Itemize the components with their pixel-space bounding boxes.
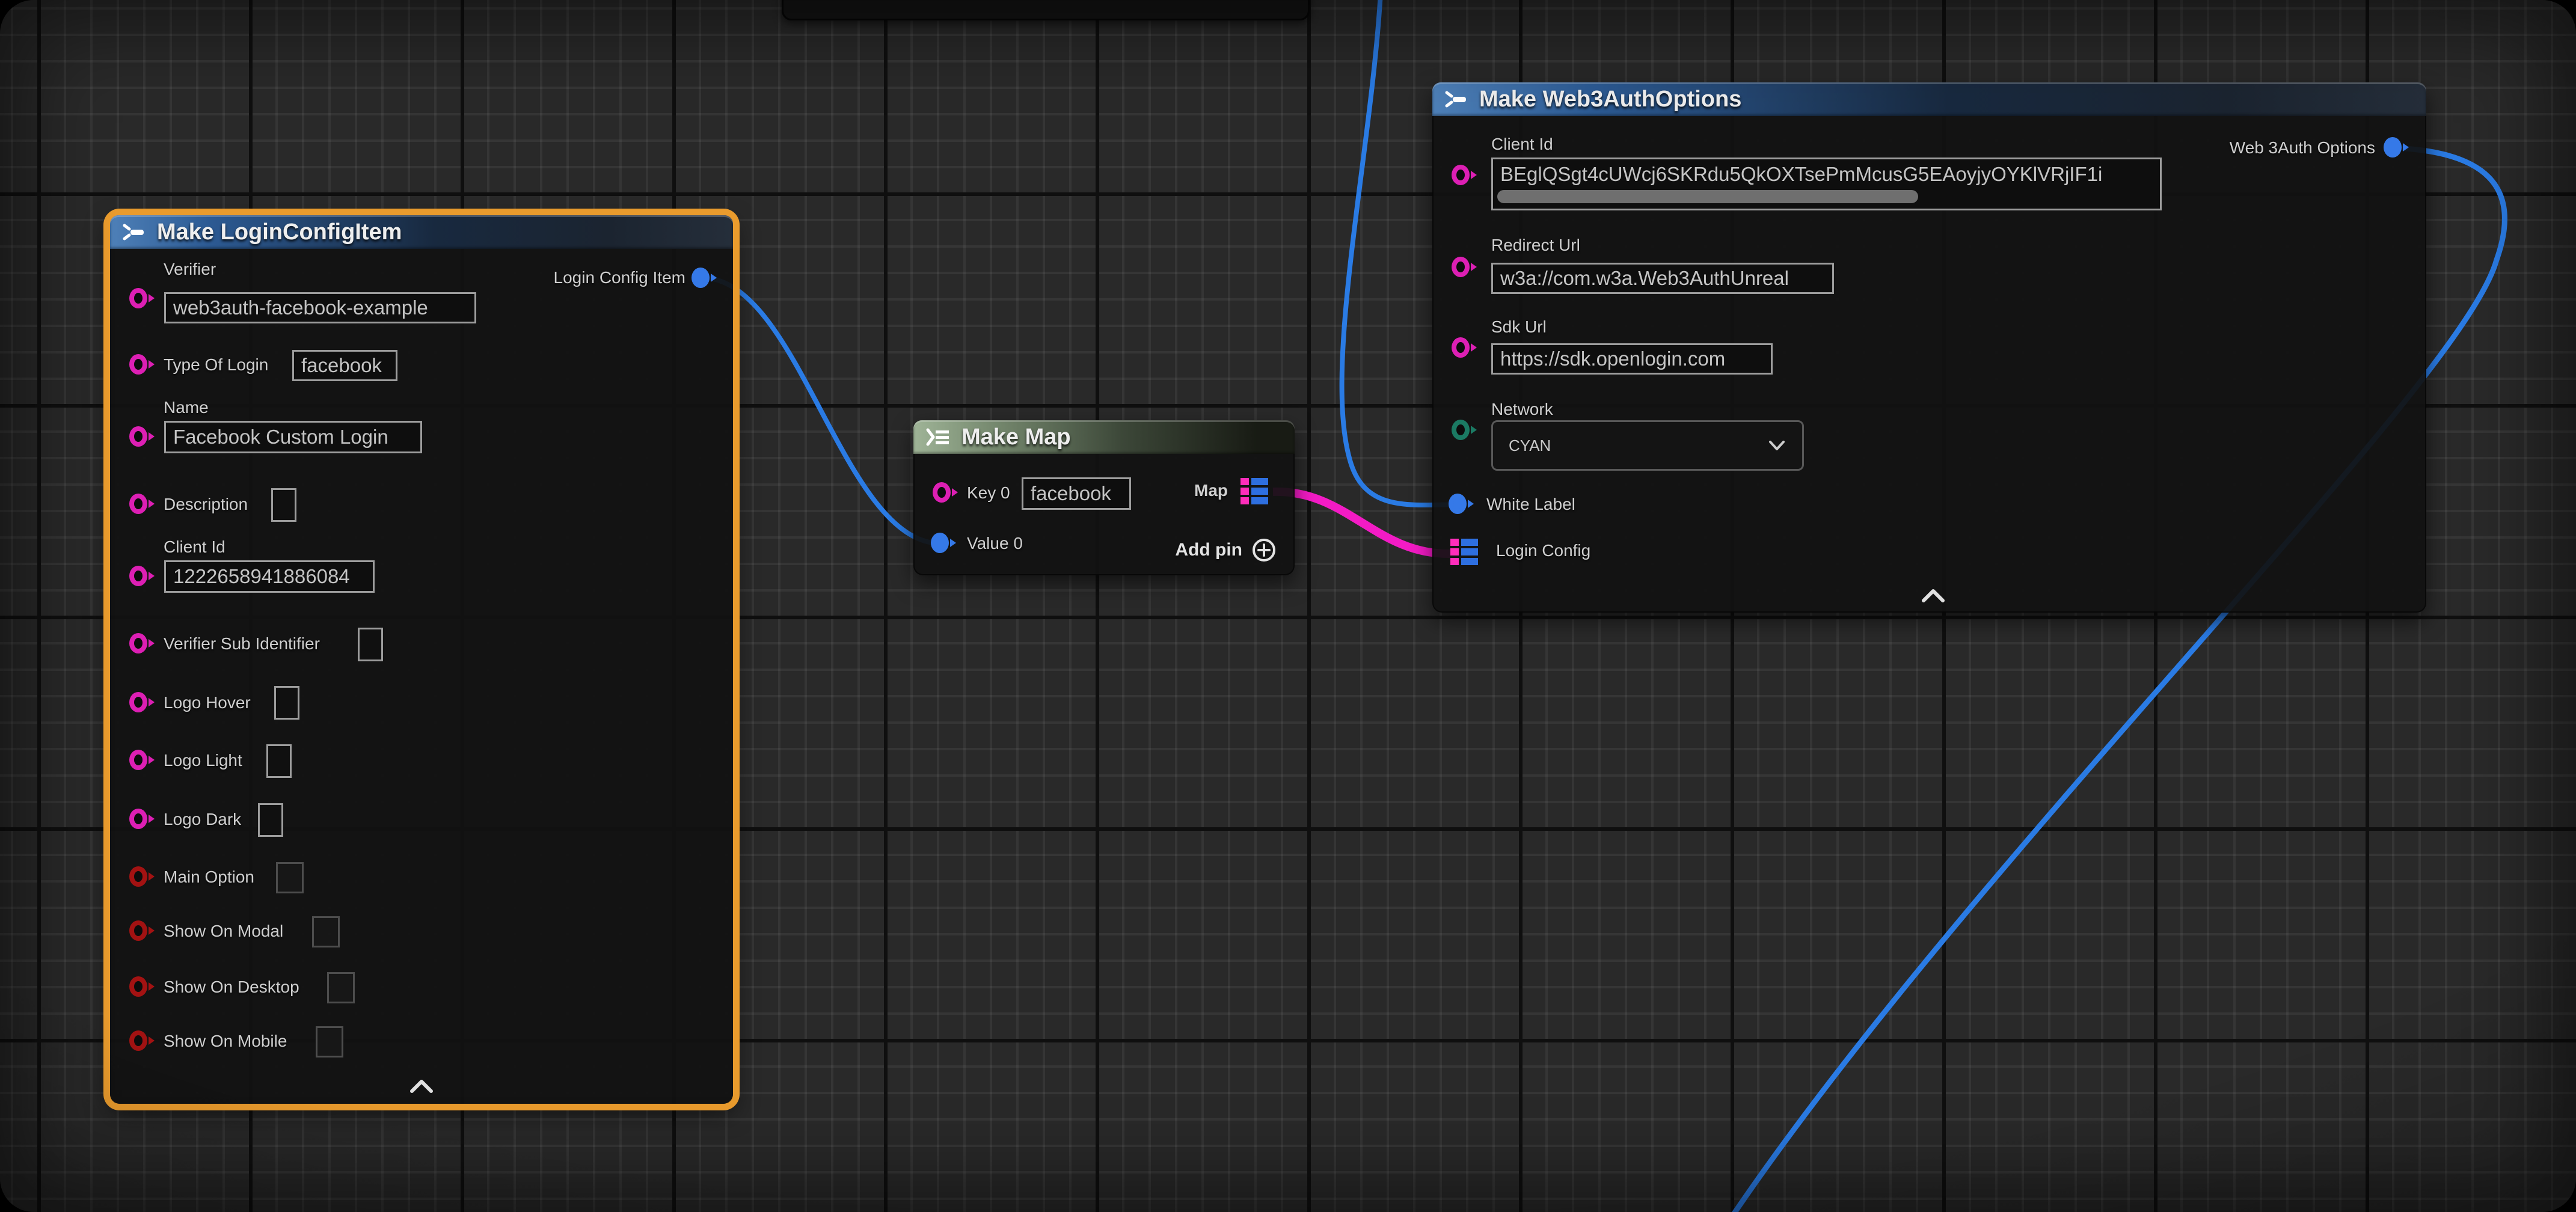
show-on-mobile-checkbox[interactable] — [316, 1026, 343, 1057]
pin-label-name: Name — [164, 398, 209, 417]
pin-logo-dark[interactable] — [129, 809, 147, 829]
pin-description[interactable] — [129, 494, 147, 514]
pin-label-map: Map — [1161, 481, 1228, 500]
verifier-field[interactable]: web3auth-facebook-example — [164, 292, 476, 323]
pin-label-main-option: Main Option — [164, 868, 254, 887]
pin-label-logo-light: Logo Light — [164, 751, 242, 770]
client-id-scrollbar[interactable] — [1497, 190, 1918, 203]
node-header-make-map[interactable]: Make Map — [913, 420, 1295, 454]
type-of-login-field[interactable]: facebook — [292, 350, 397, 381]
pin-client-id[interactable] — [129, 566, 147, 586]
pin-redirect-url[interactable] — [1452, 257, 1470, 277]
pin-white-label[interactable] — [1449, 494, 1467, 514]
pin-label-logo-hover: Logo Hover — [164, 693, 251, 712]
pin-label-sdk-url: Sdk Url — [1491, 317, 1547, 337]
pin-logo-light[interactable] — [129, 750, 147, 770]
pin-label-show-on-modal: Show On Modal — [164, 922, 283, 941]
pin-label-redirect-url: Redirect Url — [1491, 236, 1580, 255]
add-pin-button[interactable]: Add pin — [1142, 537, 1277, 563]
add-pin-label: Add pin — [1175, 540, 1242, 560]
pin-label-verifier-sub-identifier: Verifier Sub Identifier — [164, 634, 320, 653]
redirect-url-field[interactable]: w3a://com.w3a.Web3AuthUnreal — [1491, 263, 1834, 294]
wire-login-config-item-to-value0 — [702, 278, 941, 543]
pin-label-key-0: Key 0 — [967, 483, 1010, 503]
pin-label-type-of-login: Type Of Login — [164, 355, 268, 375]
node-header-make-loginconfigitem[interactable]: Make LoginConfigItem — [110, 215, 733, 249]
make-container-icon — [924, 426, 952, 448]
logo-hover-field[interactable] — [274, 686, 299, 720]
node-title: Make LoginConfigItem — [157, 219, 402, 245]
pin-value-0[interactable] — [931, 533, 949, 553]
description-field[interactable] — [271, 488, 296, 522]
wire-map-to-login-config — [1273, 492, 1450, 554]
pin-web3auth-options-output[interactable] — [2384, 137, 2402, 158]
pin-label-show-on-desktop: Show On Desktop — [164, 978, 299, 997]
blueprint-canvas[interactable]: Make LoginConfigItem Login Config Item V… — [0, 0, 2576, 1212]
make-struct-icon — [121, 222, 147, 242]
pin-label-verifier: Verifier — [164, 260, 216, 279]
pin-label-login-config-item: Login Config Item — [511, 268, 685, 287]
add-pin-plus-icon — [1251, 537, 1277, 563]
show-on-modal-checkbox[interactable] — [312, 916, 340, 947]
pin-name[interactable] — [129, 426, 147, 447]
network-dropdown-value: CYAN — [1509, 436, 1551, 455]
collapse-chevron-icon[interactable] — [1920, 588, 1946, 607]
pin-network[interactable] — [1452, 420, 1470, 440]
pin-label-client-id: Client Id — [1491, 135, 1553, 154]
name-field[interactable]: Facebook Custom Login — [164, 421, 422, 453]
verifier-sub-identifier-field[interactable] — [358, 628, 383, 661]
pin-sdk-url[interactable] — [1452, 337, 1470, 358]
chevron-down-icon — [1767, 439, 1786, 451]
pin-main-option[interactable] — [129, 866, 147, 887]
pin-show-on-modal[interactable] — [129, 920, 147, 941]
key-0-field[interactable]: facebook — [1022, 477, 1131, 510]
sdk-url-field[interactable]: https://sdk.openlogin.com — [1491, 343, 1773, 375]
pin-login-config[interactable] — [1450, 539, 1478, 565]
pin-label-network: Network — [1491, 400, 1553, 419]
pin-show-on-desktop[interactable] — [129, 976, 147, 997]
collapse-chevron-icon[interactable] — [408, 1079, 435, 1097]
pin-label-value-0: Value 0 — [967, 534, 1023, 553]
pin-type-of-login[interactable] — [129, 354, 147, 375]
node-title: Make Web3AuthOptions — [1479, 87, 1741, 112]
client-id-field[interactable]: 1222658941886084 — [164, 560, 375, 593]
pin-show-on-mobile[interactable] — [129, 1030, 147, 1051]
pin-web3auth-client-id[interactable] — [1452, 165, 1470, 185]
pin-label-client-id: Client Id — [164, 537, 225, 557]
logo-dark-field[interactable] — [258, 803, 283, 837]
node-partial-offscreen-top[interactable] — [782, 0, 1310, 20]
pin-label-login-config: Login Config — [1496, 541, 1590, 560]
node-header-make-web3authoptions[interactable]: Make Web3AuthOptions — [1432, 82, 2426, 116]
pin-logo-hover[interactable] — [129, 692, 147, 712]
node-title: Make Map — [961, 424, 1071, 450]
pin-label-show-on-mobile: Show On Mobile — [164, 1032, 287, 1051]
show-on-desktop-checkbox[interactable] — [327, 972, 355, 1003]
logo-light-field[interactable] — [266, 744, 292, 778]
pin-key-0[interactable] — [933, 482, 951, 503]
node-make-loginconfigitem[interactable]: Make LoginConfigItem — [110, 215, 733, 1104]
make-struct-icon — [1443, 89, 1470, 109]
pin-verifier[interactable] — [129, 288, 147, 308]
pin-login-config-item-output[interactable] — [692, 268, 710, 288]
pin-label-logo-dark: Logo Dark — [164, 810, 241, 829]
pin-label-web3auth-options: Web 3Auth Options — [2195, 138, 2375, 158]
pin-label-description: Description — [164, 495, 248, 514]
pin-verifier-sub-identifier[interactable] — [129, 633, 147, 653]
pin-map-output[interactable] — [1240, 478, 1268, 504]
pin-label-white-label: White Label — [1486, 495, 1575, 514]
main-option-checkbox[interactable] — [276, 862, 304, 893]
network-dropdown[interactable]: CYAN — [1491, 420, 1804, 471]
